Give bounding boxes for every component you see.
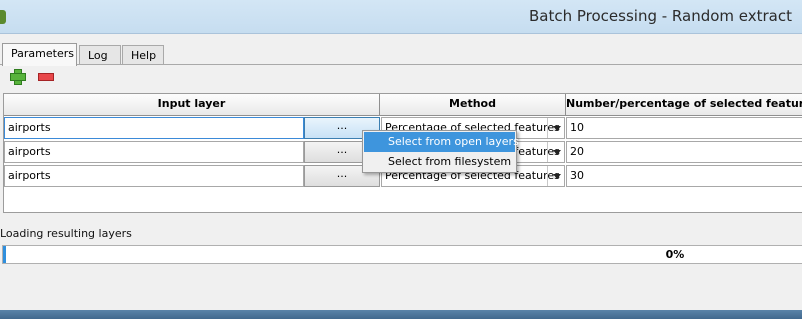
input-layer-field[interactable]: airports	[4, 117, 304, 139]
number-field[interactable]: 20	[566, 141, 802, 163]
tab-help[interactable]: Help	[122, 45, 164, 65]
add-row-plus-icon[interactable]	[9, 68, 26, 85]
title-bar: Batch Processing - Random extract	[0, 0, 802, 34]
number-field[interactable]: 30	[566, 165, 802, 187]
tab-panel-border	[0, 64, 802, 65]
progress-bar: 0%	[2, 245, 802, 264]
status-text: Loading resulting layers	[0, 227, 132, 240]
input-layer-field[interactable]: airports	[4, 165, 304, 187]
menu-item-select-from-filesystem[interactable]: Select from filesystem	[364, 152, 515, 172]
chevron-down-icon[interactable]	[547, 118, 564, 138]
tab-log[interactable]: Log	[79, 45, 121, 65]
chevron-down-icon[interactable]	[547, 142, 564, 162]
tab-parameters[interactable]: Parameters	[2, 43, 77, 66]
header-input-layer: Input layer	[4, 94, 380, 116]
number-field[interactable]: 10	[566, 117, 802, 139]
window-title: Batch Processing - Random extract	[528, 7, 792, 25]
header-number-percentage: Number/percentage of selected features	[566, 94, 802, 116]
remove-row-minus-icon[interactable]	[37, 68, 54, 84]
progress-label: 0%	[665, 248, 685, 261]
qgis-app-icon	[0, 10, 6, 24]
header-method: Method	[380, 94, 566, 116]
menu-item-select-from-open-layers[interactable]: Select from open layers	[364, 132, 519, 152]
browse-context-menu: Select from open layers Select from file…	[362, 130, 519, 173]
window-bottom-edge	[0, 310, 802, 319]
input-layer-field[interactable]: airports	[4, 141, 304, 163]
chevron-down-icon[interactable]	[547, 166, 564, 186]
